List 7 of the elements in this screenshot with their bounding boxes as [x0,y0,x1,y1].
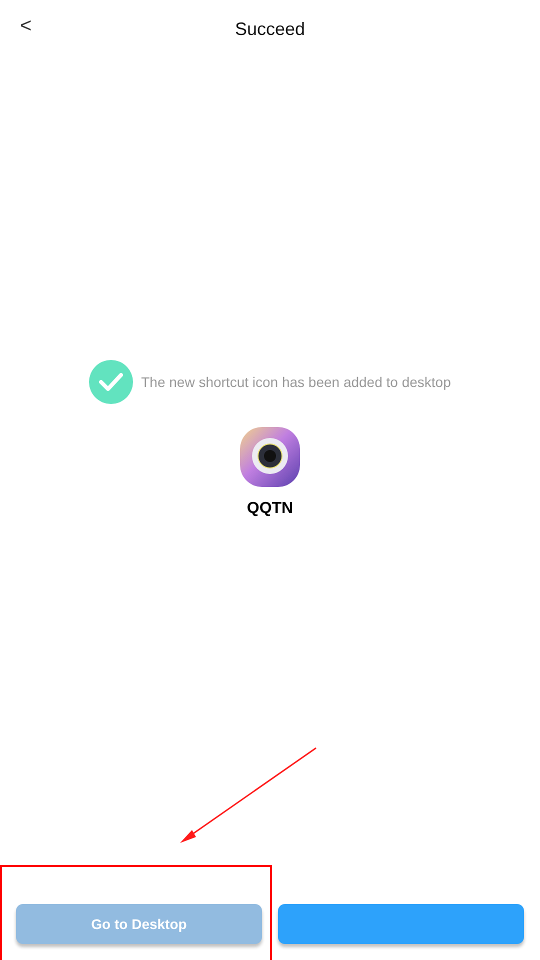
action-button[interactable] [278,904,524,944]
check-icon [89,360,134,404]
page-title: Succeed [234,18,306,40]
camera-app-icon [239,426,301,488]
success-message: The new shortcut icon has been added to desktop [141,374,451,390]
back-button[interactable]: < [20,15,32,38]
app-name: QQTN [246,500,294,518]
